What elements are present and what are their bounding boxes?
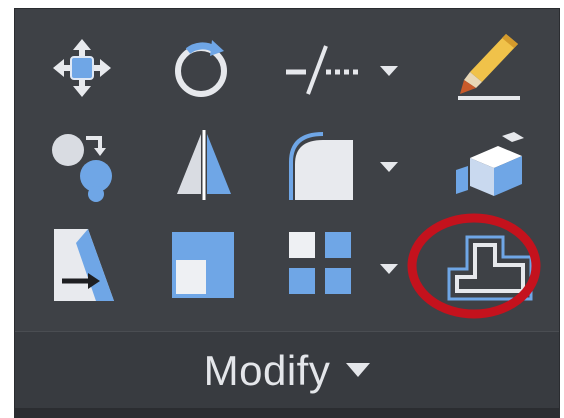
move-button[interactable] bbox=[47, 33, 117, 103]
eraser-pencil-icon bbox=[458, 34, 520, 100]
move-icon bbox=[53, 39, 111, 97]
trim-button[interactable] bbox=[281, 39, 361, 99]
chevron-down-icon bbox=[380, 162, 398, 172]
modify-panel: Modify bbox=[14, 8, 560, 410]
explode-icon bbox=[456, 132, 524, 196]
stretch-button[interactable] bbox=[47, 225, 123, 309]
scale-button[interactable] bbox=[165, 225, 241, 305]
stretch-icon bbox=[54, 229, 114, 301]
offset-button[interactable] bbox=[441, 225, 541, 309]
mirror-button[interactable] bbox=[169, 127, 239, 203]
copy-icon bbox=[52, 134, 112, 202]
erase-button[interactable] bbox=[445, 29, 529, 105]
mirror-icon bbox=[177, 130, 231, 200]
panel-footer[interactable]: Modify bbox=[15, 331, 559, 410]
rotate-button[interactable] bbox=[165, 33, 237, 105]
panel-bottom-edge bbox=[14, 408, 560, 418]
fillet-button[interactable] bbox=[281, 127, 361, 205]
array-icon bbox=[289, 232, 351, 294]
panel-title: Modify bbox=[203, 347, 331, 394]
chevron-down-icon bbox=[380, 264, 398, 274]
explode-button[interactable] bbox=[451, 127, 529, 203]
trim-icon bbox=[286, 45, 358, 95]
fillet-dropdown[interactable] bbox=[379, 159, 399, 175]
chevron-down-icon bbox=[380, 66, 398, 76]
scale-icon bbox=[172, 232, 234, 298]
trim-dropdown[interactable] bbox=[379, 63, 399, 79]
rotate-icon bbox=[175, 40, 227, 97]
copy-button[interactable] bbox=[47, 127, 119, 205]
chevron-down-icon[interactable] bbox=[346, 363, 371, 379]
array-dropdown[interactable] bbox=[379, 261, 399, 277]
offset-icon bbox=[447, 235, 533, 301]
array-button[interactable] bbox=[281, 225, 361, 303]
fillet-icon bbox=[289, 132, 353, 200]
